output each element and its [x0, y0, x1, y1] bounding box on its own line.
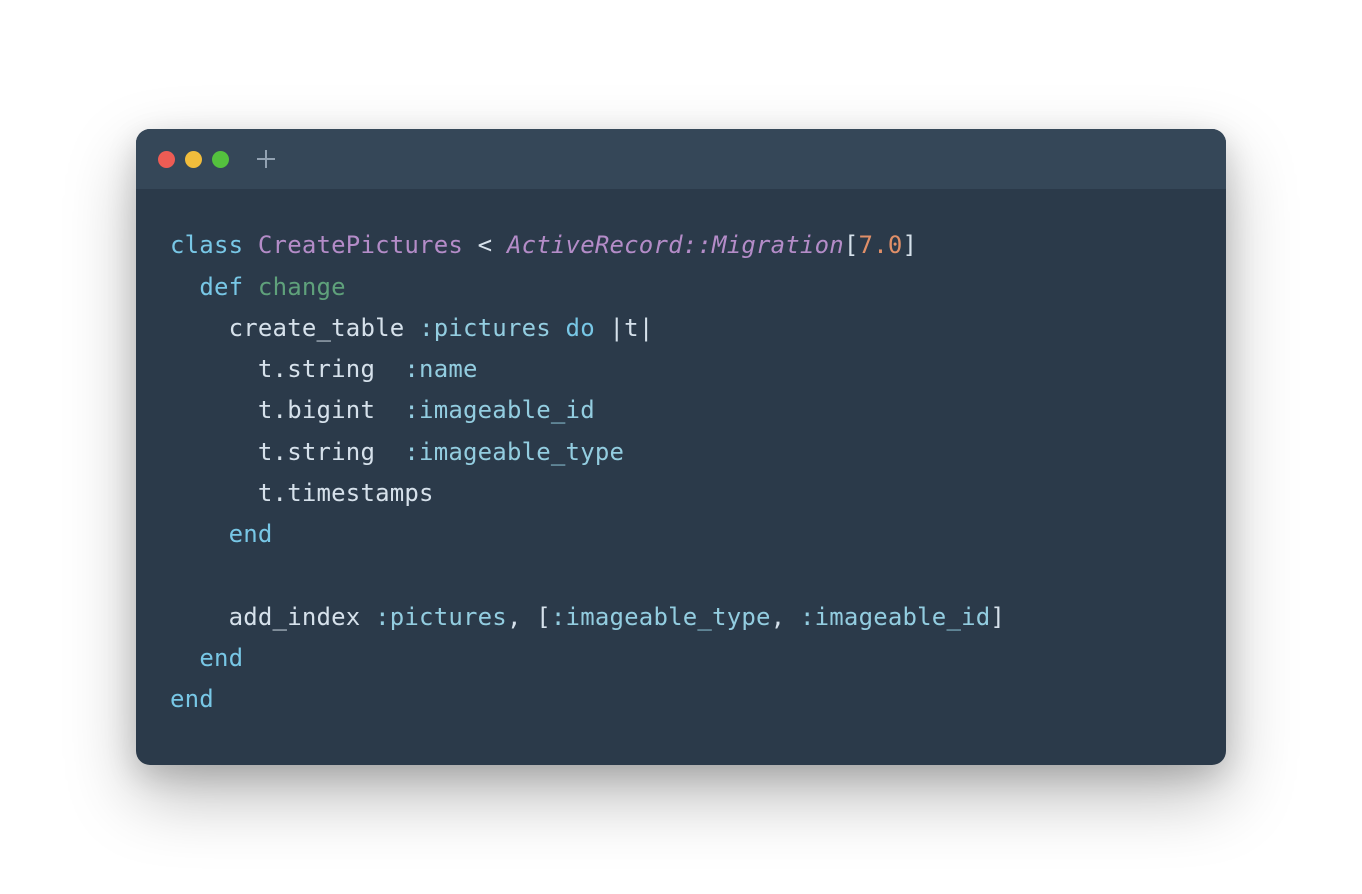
code-editor[interactable]: class CreatePictures < ActiveRecord::Mig… — [136, 189, 1226, 764]
terminal-window: class CreatePictures < ActiveRecord::Mig… — [136, 129, 1226, 764]
version-number: 7.0 — [859, 231, 903, 259]
class-name: CreatePictures — [258, 231, 463, 259]
close-icon[interactable] — [158, 151, 175, 168]
indent — [170, 520, 229, 548]
indent — [170, 603, 229, 631]
keyword-end: end — [199, 644, 243, 672]
indent — [170, 314, 229, 342]
symbol: :imageable_id — [404, 396, 594, 424]
symbol: :imageable_type — [551, 603, 771, 631]
bracket-close: ] — [903, 231, 918, 259]
indent — [170, 273, 199, 301]
method-name: change — [258, 273, 346, 301]
minimize-icon[interactable] — [185, 151, 202, 168]
keyword-class: class — [170, 231, 243, 259]
symbol: :pictures — [419, 314, 551, 342]
bracket-close: ] — [990, 603, 1005, 631]
indent — [170, 479, 258, 507]
method-call: t.string — [258, 355, 405, 383]
new-tab-icon[interactable] — [257, 150, 275, 168]
symbol: :pictures — [375, 603, 507, 631]
bracket-open: [ — [844, 231, 859, 259]
titlebar — [136, 129, 1226, 189]
fn-call: create_table — [229, 314, 419, 342]
indent — [170, 438, 258, 466]
indent — [170, 396, 258, 424]
fn-call: add_index — [229, 603, 376, 631]
symbol: :name — [404, 355, 477, 383]
zoom-icon[interactable] — [212, 151, 229, 168]
parent-class: ActiveRecord::Migration — [507, 231, 844, 259]
indent — [170, 644, 199, 672]
keyword-end: end — [170, 685, 214, 713]
keyword-def: def — [199, 273, 243, 301]
comma: , — [771, 603, 800, 631]
method-call: t.string — [258, 438, 405, 466]
method-call: t.timestamps — [258, 479, 434, 507]
method-call: t.bigint — [258, 396, 405, 424]
operator-lt: < — [463, 231, 507, 259]
symbol: :imageable_type — [404, 438, 624, 466]
block-arg: |t| — [610, 314, 654, 342]
symbol: :imageable_id — [800, 603, 990, 631]
indent — [170, 355, 258, 383]
keyword-end: end — [229, 520, 273, 548]
keyword-do: do — [551, 314, 610, 342]
comma: , [ — [507, 603, 551, 631]
